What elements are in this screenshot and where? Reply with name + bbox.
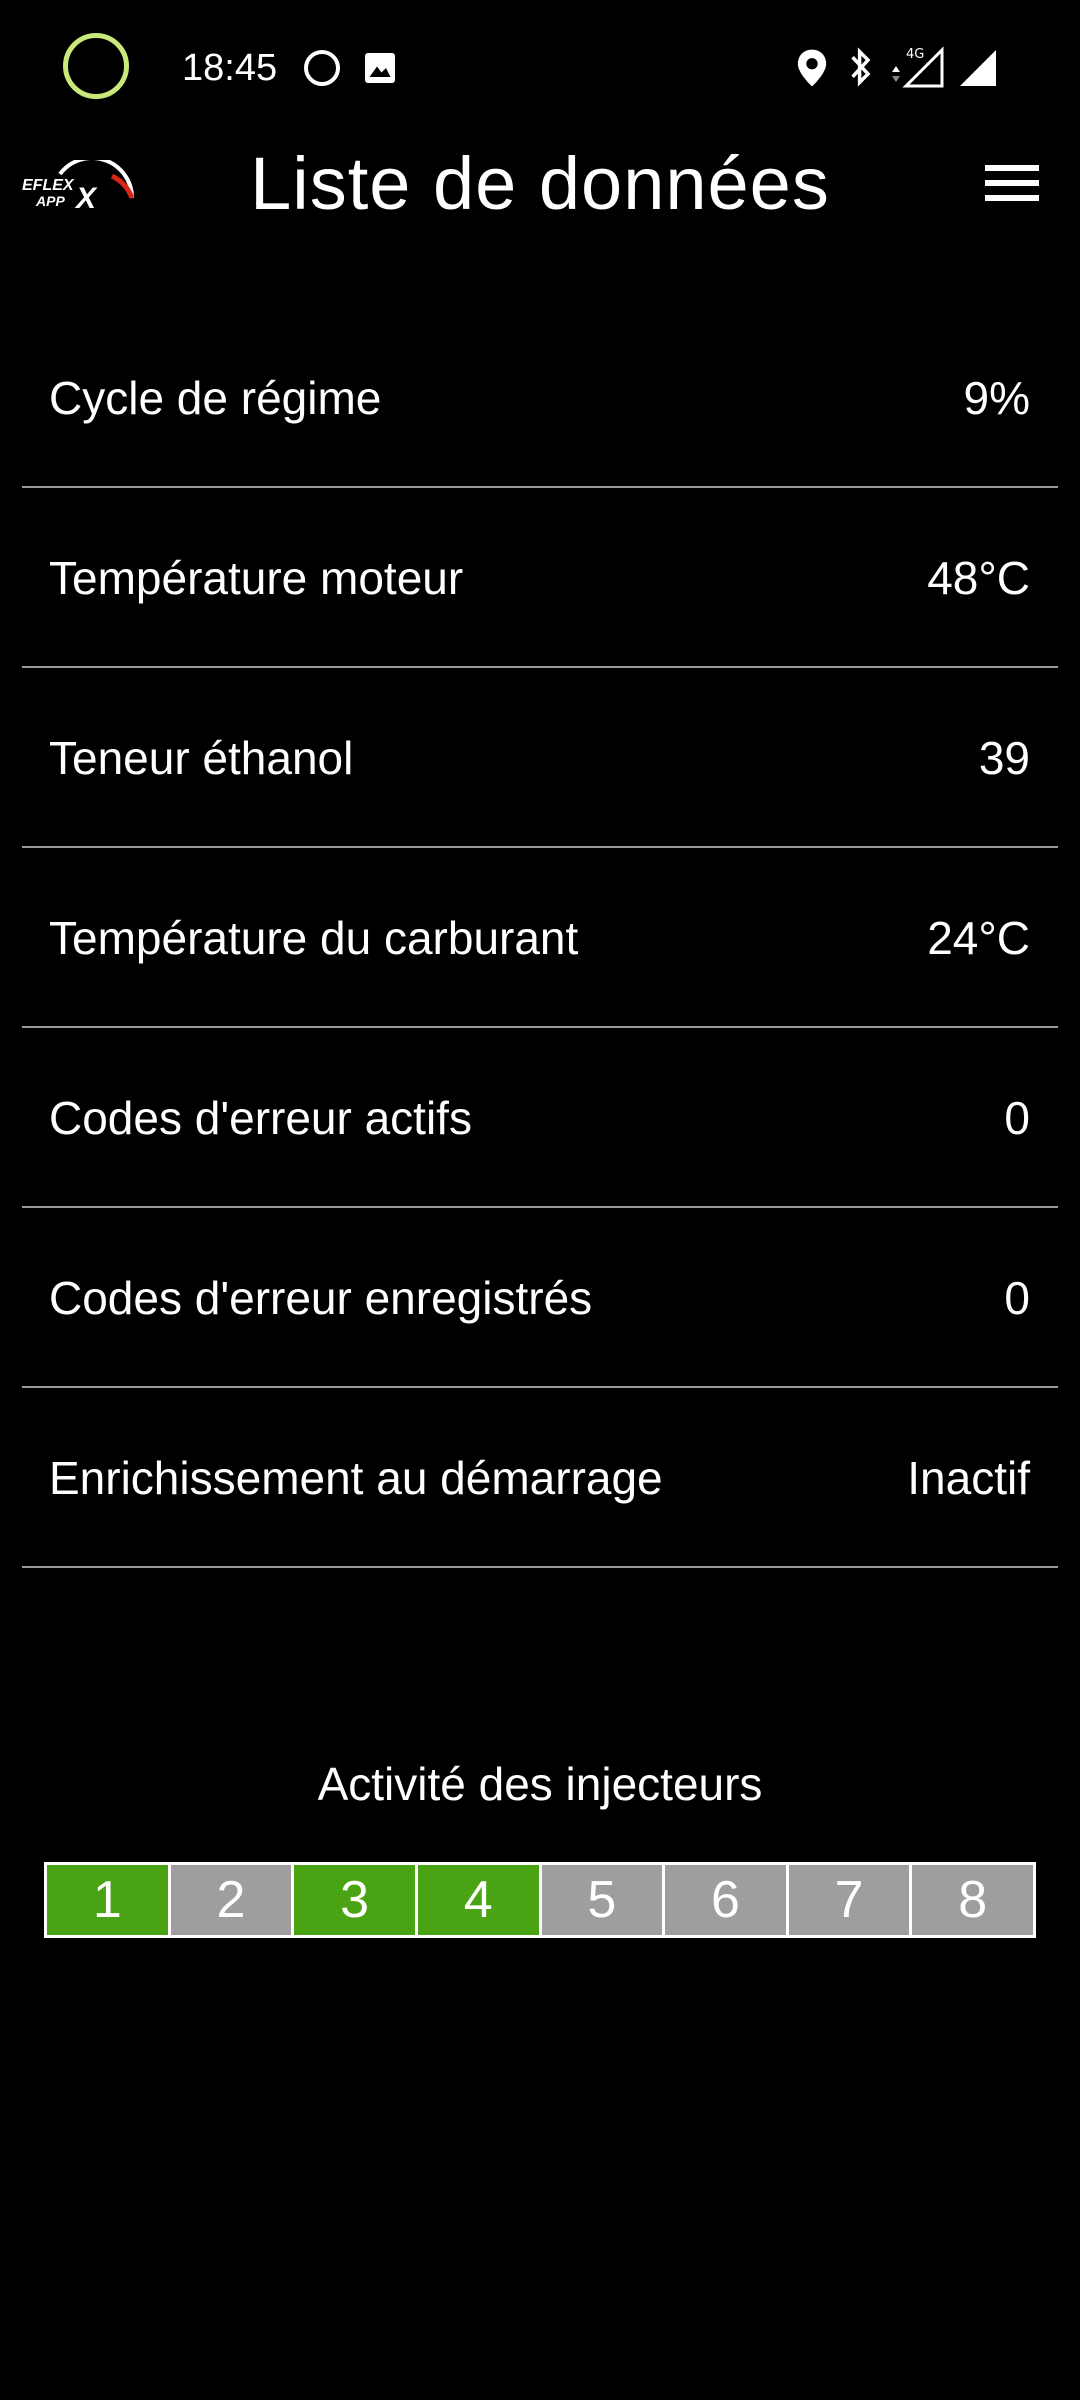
injector-title: Activité des injecteurs xyxy=(317,1758,763,1810)
status-bar: 18:45 4G xyxy=(0,0,1080,136)
row-label: Température moteur xyxy=(49,552,464,604)
data-row-teneur-ethanol: Teneur éthanol 39 xyxy=(22,668,1058,848)
app-header: EFLEX APP X Liste de données xyxy=(0,136,1080,232)
status-time: 18:45 xyxy=(182,47,278,89)
row-value: Inactif xyxy=(907,1452,1030,1504)
menu-bar xyxy=(985,180,1039,186)
menu-bar xyxy=(985,165,1039,171)
gallery-icon xyxy=(365,53,395,83)
row-label: Teneur éthanol xyxy=(49,732,354,784)
data-row-temperature-moteur: Température moteur 48°C xyxy=(22,488,1058,668)
data-row-codes-erreur-enregistres: Codes d'erreur enregistrés 0 xyxy=(22,1208,1058,1388)
bluetooth-icon xyxy=(851,47,871,87)
injector-bar: 1 2 3 4 5 6 7 8 xyxy=(44,1862,1036,1938)
row-label: Codes d'erreur enregistrés xyxy=(49,1272,593,1324)
4g-signal-icon: 4G xyxy=(892,46,944,88)
circle-icon xyxy=(304,50,340,86)
page-title: Liste de données xyxy=(250,142,830,225)
injector-cell: 1 xyxy=(47,1865,168,1935)
status-ring-icon xyxy=(63,33,129,99)
row-label: Enrichissement au démarrage xyxy=(49,1452,663,1504)
data-row-temperature-carburant: Température du carburant 24°C xyxy=(22,848,1058,1028)
injector-cell: 8 xyxy=(912,1865,1033,1935)
data-row-enrichissement-demarrage: Enrichissement au démarrage Inactif xyxy=(22,1388,1058,1568)
injector-cell: 7 xyxy=(788,1865,910,1935)
signal-icon xyxy=(960,50,996,86)
row-label: Codes d'erreur actifs xyxy=(49,1092,472,1144)
menu-icon[interactable] xyxy=(980,160,1044,212)
injector-cell: 6 xyxy=(665,1865,786,1935)
data-row-cycle-regime: Cycle de régime 9% xyxy=(22,308,1058,488)
injector-cell: 3 xyxy=(294,1865,415,1935)
data-list: Cycle de régime 9% Température moteur 48… xyxy=(22,308,1058,1568)
menu-bar xyxy=(985,195,1039,201)
location-icon xyxy=(797,49,827,87)
data-row-codes-erreur-actifs: Codes d'erreur actifs 0 xyxy=(22,1028,1058,1208)
row-label: Température du carburant xyxy=(49,912,579,964)
injector-cell: 4 xyxy=(417,1865,539,1935)
svg-text:4G: 4G xyxy=(906,47,924,62)
row-value: 24°C xyxy=(927,912,1030,964)
row-label: Cycle de régime xyxy=(49,372,382,424)
row-value: 9% xyxy=(963,372,1030,424)
injector-cell: 5 xyxy=(541,1865,663,1935)
row-value: 0 xyxy=(1004,1272,1030,1324)
row-value: 48°C xyxy=(927,552,1030,604)
row-value: 39 xyxy=(978,732,1030,784)
injector-cell: 2 xyxy=(170,1865,292,1935)
row-value: 0 xyxy=(1004,1092,1030,1144)
